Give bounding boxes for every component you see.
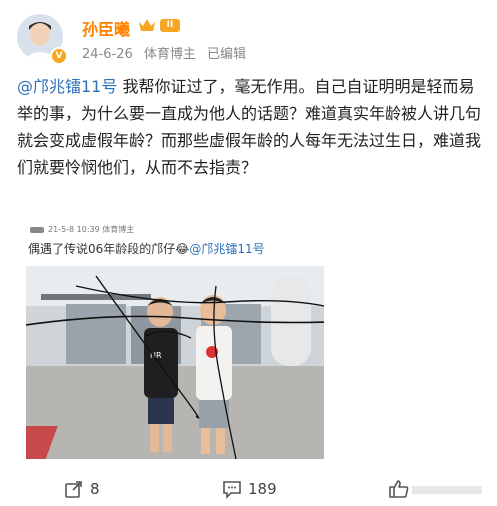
level-badge: II (160, 19, 180, 32)
comment-icon (223, 481, 241, 499)
author-tag: 体育博主 (143, 47, 196, 62)
post-meta: 24-6-26 体育博主 已编辑 (82, 43, 253, 62)
crown-icon (139, 19, 155, 31)
post-mention-link[interactable]: @邝兆镭11号 (17, 77, 117, 96)
repost-count: 8 (90, 480, 100, 498)
repost-text: 偶遇了传说06年龄段的邝仔😂@邝兆镭11号 (28, 240, 265, 257)
author-name[interactable]: 孙臣曦 (82, 16, 130, 40)
post-body: @邝兆镭11号 我帮你证过了，毫无作用。自己自证明明是轻而易举的事，为什么要一直… (17, 73, 483, 181)
share-icon (65, 481, 82, 498)
repost-button[interactable]: 8 (64, 479, 100, 499)
comment-count: 189 (248, 480, 277, 498)
embedded-screenshot[interactable]: 21-5-8 10:39 体育博主 偶遇了传说06年龄段的邝仔😂@邝兆镭11号 … (26, 222, 326, 459)
repost-avatar (30, 226, 44, 233)
edited-label: 已编辑 (207, 47, 247, 62)
like-icon (389, 480, 409, 498)
post-date: 24-6-26 (82, 47, 133, 62)
repost-date: 21-5-8 10:39 (48, 225, 100, 234)
repost-emoji: 😂 (175, 242, 190, 256)
repost-photo[interactable]: NR (26, 266, 324, 459)
verified-badge-icon: V (50, 47, 68, 65)
watermark-blur (412, 486, 482, 494)
repost-meta: 21-5-8 10:39 体育博主 (30, 224, 134, 235)
comment-button[interactable]: 189 (222, 479, 277, 499)
repost-mention-link[interactable]: @邝兆镭11号 (189, 242, 264, 256)
repost-tag: 体育博主 (102, 225, 135, 234)
repost-text-body: 偶遇了传说06年龄段的邝仔 (28, 242, 176, 256)
